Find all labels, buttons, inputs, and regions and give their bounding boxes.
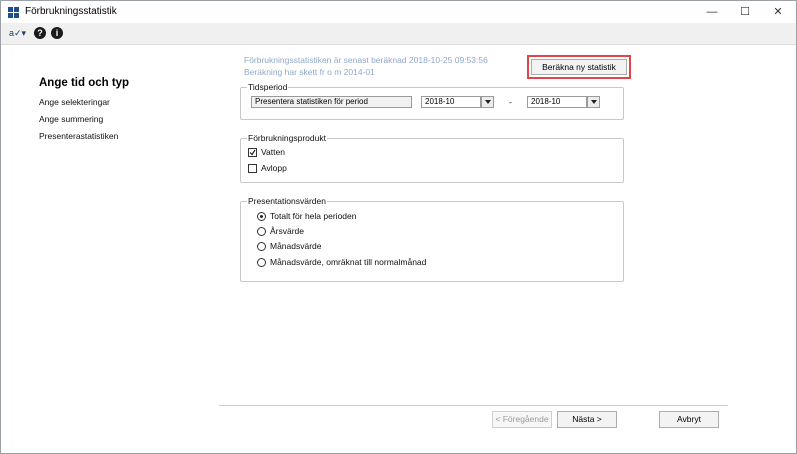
- close-button[interactable]: ✕: [760, 1, 796, 23]
- toolbar: a✓▾ ? i: [1, 23, 796, 45]
- minimize-button[interactable]: —: [694, 1, 730, 23]
- totalt-label: Totalt för hela perioden: [270, 211, 357, 221]
- produkt-group: Förbrukningsprodukt Vatten Avlopp: [240, 133, 624, 183]
- app-grid-icon: [8, 7, 19, 18]
- checkmark-icon: [249, 149, 256, 156]
- sidebar-item-summering[interactable]: Ange summering: [39, 114, 103, 124]
- footer-divider: [219, 405, 728, 406]
- info-icon[interactable]: i: [51, 27, 63, 39]
- normalmanad-label: Månadsvärde, omräknat till normalmånad: [270, 257, 427, 267]
- window-title: Förbrukningsstatistik: [25, 6, 117, 17]
- next-button[interactable]: Nästa >: [557, 411, 617, 428]
- period-to-field[interactable]: 2018-10: [527, 96, 587, 108]
- app-window: Förbrukningsstatistik — ☐ ✕ a✓▾ ? i Ange…: [0, 0, 797, 454]
- manadsvarde-label: Månadsvärde: [270, 241, 322, 251]
- calculate-statistics-button[interactable]: Beräkna ny statistik: [531, 59, 627, 75]
- last-calculated-text: Förbrukningsstatistiken är senast beräkn…: [244, 55, 488, 65]
- title-bar: Förbrukningsstatistik — ☐ ✕: [1, 1, 796, 23]
- produkt-legend: Förbrukningsprodukt: [247, 133, 327, 143]
- presentation-legend: Presentationsvärden: [247, 196, 327, 206]
- manadsvarde-radio[interactable]: [257, 242, 266, 251]
- arsvarde-label: Årsvärde: [270, 226, 305, 236]
- help-icon[interactable]: ?: [34, 27, 46, 39]
- period-from-field[interactable]: 2018-10: [421, 96, 481, 108]
- calculated-from-text: Beräkning har skett fr o m 2014-01: [244, 67, 375, 77]
- presentation-group: Presentationsvärden Totalt för hela peri…: [240, 196, 624, 282]
- radio-selected-dot: [260, 215, 263, 218]
- previous-button[interactable]: < Föregående: [492, 411, 552, 428]
- sidebar-item-presentera[interactable]: Presenterastatistiken: [39, 131, 118, 141]
- normalmanad-radio[interactable]: [257, 258, 266, 267]
- tidsperiod-legend: Tidsperiod: [247, 82, 289, 92]
- vatten-checkbox[interactable]: [248, 148, 257, 157]
- totalt-radio[interactable]: [257, 212, 266, 221]
- spelling-tool-icon[interactable]: a✓▾: [9, 26, 26, 40]
- sidebar-item-selekteringar[interactable]: Ange selekteringar: [39, 97, 110, 107]
- cancel-button[interactable]: Avbryt: [659, 411, 719, 428]
- period-mode-field[interactable]: Presentera statistiken för period: [251, 96, 412, 108]
- arsvarde-radio[interactable]: [257, 227, 266, 236]
- period-to-dropdown-icon[interactable]: [587, 96, 600, 108]
- tidsperiod-group: Tidsperiod Presentera statistiken för pe…: [240, 82, 624, 120]
- avlopp-label: Avlopp: [261, 163, 287, 173]
- vatten-label: Vatten: [261, 147, 285, 157]
- period-separator: -: [509, 97, 512, 107]
- period-from-dropdown-icon[interactable]: [481, 96, 494, 108]
- sidebar-title: Ange tid och typ: [39, 77, 130, 89]
- avlopp-checkbox[interactable]: [248, 164, 257, 173]
- maximize-button[interactable]: ☐: [727, 1, 763, 23]
